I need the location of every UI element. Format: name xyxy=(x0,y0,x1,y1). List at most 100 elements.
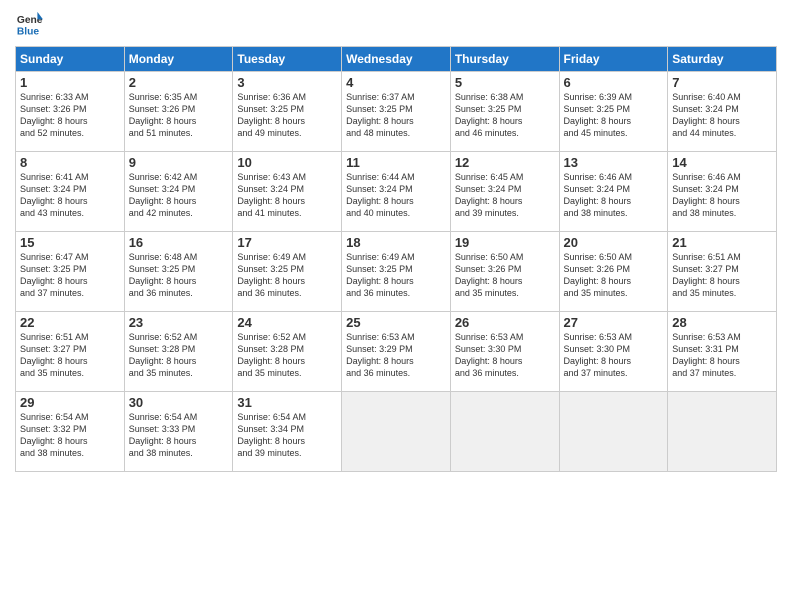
day-number: 31 xyxy=(237,395,337,410)
cell-info: Sunrise: 6:43 AMSunset: 3:24 PMDaylight:… xyxy=(237,171,337,220)
day-cell: 30Sunrise: 6:54 AMSunset: 3:33 PMDayligh… xyxy=(124,392,233,472)
cell-info: Sunrise: 6:46 AMSunset: 3:24 PMDaylight:… xyxy=(564,171,664,220)
day-cell: 12Sunrise: 6:45 AMSunset: 3:24 PMDayligh… xyxy=(450,152,559,232)
cell-info: Sunrise: 6:46 AMSunset: 3:24 PMDaylight:… xyxy=(672,171,772,220)
cell-info: Sunrise: 6:51 AMSunset: 3:27 PMDaylight:… xyxy=(20,331,120,380)
day-cell: 29Sunrise: 6:54 AMSunset: 3:32 PMDayligh… xyxy=(16,392,125,472)
day-number: 24 xyxy=(237,315,337,330)
col-header-monday: Monday xyxy=(124,47,233,72)
day-cell xyxy=(450,392,559,472)
day-cell: 24Sunrise: 6:52 AMSunset: 3:28 PMDayligh… xyxy=(233,312,342,392)
cell-info: Sunrise: 6:48 AMSunset: 3:25 PMDaylight:… xyxy=(129,251,229,300)
day-number: 23 xyxy=(129,315,229,330)
cell-info: Sunrise: 6:50 AMSunset: 3:26 PMDaylight:… xyxy=(455,251,555,300)
day-cell: 2Sunrise: 6:35 AMSunset: 3:26 PMDaylight… xyxy=(124,72,233,152)
day-cell: 26Sunrise: 6:53 AMSunset: 3:30 PMDayligh… xyxy=(450,312,559,392)
day-number: 8 xyxy=(20,155,120,170)
col-header-saturday: Saturday xyxy=(668,47,777,72)
day-cell: 16Sunrise: 6:48 AMSunset: 3:25 PMDayligh… xyxy=(124,232,233,312)
week-row-3: 15Sunrise: 6:47 AMSunset: 3:25 PMDayligh… xyxy=(16,232,777,312)
header: General Blue xyxy=(15,10,777,38)
cell-info: Sunrise: 6:44 AMSunset: 3:24 PMDaylight:… xyxy=(346,171,446,220)
day-number: 12 xyxy=(455,155,555,170)
cell-info: Sunrise: 6:38 AMSunset: 3:25 PMDaylight:… xyxy=(455,91,555,140)
day-cell xyxy=(559,392,668,472)
day-number: 26 xyxy=(455,315,555,330)
cell-info: Sunrise: 6:45 AMSunset: 3:24 PMDaylight:… xyxy=(455,171,555,220)
day-cell: 1Sunrise: 6:33 AMSunset: 3:26 PMDaylight… xyxy=(16,72,125,152)
day-number: 28 xyxy=(672,315,772,330)
cell-info: Sunrise: 6:49 AMSunset: 3:25 PMDaylight:… xyxy=(346,251,446,300)
day-cell: 7Sunrise: 6:40 AMSunset: 3:24 PMDaylight… xyxy=(668,72,777,152)
cell-info: Sunrise: 6:53 AMSunset: 3:29 PMDaylight:… xyxy=(346,331,446,380)
day-number: 14 xyxy=(672,155,772,170)
day-number: 22 xyxy=(20,315,120,330)
day-number: 9 xyxy=(129,155,229,170)
day-cell: 4Sunrise: 6:37 AMSunset: 3:25 PMDaylight… xyxy=(342,72,451,152)
day-cell: 22Sunrise: 6:51 AMSunset: 3:27 PMDayligh… xyxy=(16,312,125,392)
day-cell: 19Sunrise: 6:50 AMSunset: 3:26 PMDayligh… xyxy=(450,232,559,312)
day-cell: 17Sunrise: 6:49 AMSunset: 3:25 PMDayligh… xyxy=(233,232,342,312)
day-number: 3 xyxy=(237,75,337,90)
day-number: 19 xyxy=(455,235,555,250)
day-number: 20 xyxy=(564,235,664,250)
cell-info: Sunrise: 6:52 AMSunset: 3:28 PMDaylight:… xyxy=(129,331,229,380)
week-row-4: 22Sunrise: 6:51 AMSunset: 3:27 PMDayligh… xyxy=(16,312,777,392)
cell-info: Sunrise: 6:36 AMSunset: 3:25 PMDaylight:… xyxy=(237,91,337,140)
logo-icon: General Blue xyxy=(15,10,43,38)
col-header-friday: Friday xyxy=(559,47,668,72)
day-cell: 27Sunrise: 6:53 AMSunset: 3:30 PMDayligh… xyxy=(559,312,668,392)
day-cell: 3Sunrise: 6:36 AMSunset: 3:25 PMDaylight… xyxy=(233,72,342,152)
col-header-sunday: Sunday xyxy=(16,47,125,72)
day-cell: 28Sunrise: 6:53 AMSunset: 3:31 PMDayligh… xyxy=(668,312,777,392)
cell-info: Sunrise: 6:33 AMSunset: 3:26 PMDaylight:… xyxy=(20,91,120,140)
cell-info: Sunrise: 6:42 AMSunset: 3:24 PMDaylight:… xyxy=(129,171,229,220)
cell-info: Sunrise: 6:51 AMSunset: 3:27 PMDaylight:… xyxy=(672,251,772,300)
day-cell: 25Sunrise: 6:53 AMSunset: 3:29 PMDayligh… xyxy=(342,312,451,392)
logo: General Blue xyxy=(15,10,43,38)
calendar-table: SundayMondayTuesdayWednesdayThursdayFrid… xyxy=(15,46,777,472)
week-row-2: 8Sunrise: 6:41 AMSunset: 3:24 PMDaylight… xyxy=(16,152,777,232)
day-cell: 14Sunrise: 6:46 AMSunset: 3:24 PMDayligh… xyxy=(668,152,777,232)
day-number: 5 xyxy=(455,75,555,90)
day-number: 16 xyxy=(129,235,229,250)
cell-info: Sunrise: 6:54 AMSunset: 3:34 PMDaylight:… xyxy=(237,411,337,460)
week-row-5: 29Sunrise: 6:54 AMSunset: 3:32 PMDayligh… xyxy=(16,392,777,472)
day-number: 7 xyxy=(672,75,772,90)
page-container: General Blue SundayMondayTuesdayWednesda… xyxy=(0,0,792,482)
cell-info: Sunrise: 6:39 AMSunset: 3:25 PMDaylight:… xyxy=(564,91,664,140)
day-number: 4 xyxy=(346,75,446,90)
day-cell: 6Sunrise: 6:39 AMSunset: 3:25 PMDaylight… xyxy=(559,72,668,152)
day-cell: 10Sunrise: 6:43 AMSunset: 3:24 PMDayligh… xyxy=(233,152,342,232)
cell-info: Sunrise: 6:54 AMSunset: 3:32 PMDaylight:… xyxy=(20,411,120,460)
svg-text:Blue: Blue xyxy=(17,26,40,37)
header-row: SundayMondayTuesdayWednesdayThursdayFrid… xyxy=(16,47,777,72)
col-header-tuesday: Tuesday xyxy=(233,47,342,72)
day-number: 18 xyxy=(346,235,446,250)
day-number: 1 xyxy=(20,75,120,90)
cell-info: Sunrise: 6:53 AMSunset: 3:30 PMDaylight:… xyxy=(564,331,664,380)
cell-info: Sunrise: 6:53 AMSunset: 3:30 PMDaylight:… xyxy=(455,331,555,380)
day-cell: 23Sunrise: 6:52 AMSunset: 3:28 PMDayligh… xyxy=(124,312,233,392)
day-cell: 15Sunrise: 6:47 AMSunset: 3:25 PMDayligh… xyxy=(16,232,125,312)
cell-info: Sunrise: 6:50 AMSunset: 3:26 PMDaylight:… xyxy=(564,251,664,300)
day-cell: 11Sunrise: 6:44 AMSunset: 3:24 PMDayligh… xyxy=(342,152,451,232)
col-header-wednesday: Wednesday xyxy=(342,47,451,72)
cell-info: Sunrise: 6:47 AMSunset: 3:25 PMDaylight:… xyxy=(20,251,120,300)
cell-info: Sunrise: 6:52 AMSunset: 3:28 PMDaylight:… xyxy=(237,331,337,380)
cell-info: Sunrise: 6:41 AMSunset: 3:24 PMDaylight:… xyxy=(20,171,120,220)
day-number: 15 xyxy=(20,235,120,250)
day-number: 21 xyxy=(672,235,772,250)
cell-info: Sunrise: 6:53 AMSunset: 3:31 PMDaylight:… xyxy=(672,331,772,380)
day-cell: 31Sunrise: 6:54 AMSunset: 3:34 PMDayligh… xyxy=(233,392,342,472)
cell-info: Sunrise: 6:54 AMSunset: 3:33 PMDaylight:… xyxy=(129,411,229,460)
day-number: 6 xyxy=(564,75,664,90)
day-number: 29 xyxy=(20,395,120,410)
day-cell: 8Sunrise: 6:41 AMSunset: 3:24 PMDaylight… xyxy=(16,152,125,232)
cell-info: Sunrise: 6:49 AMSunset: 3:25 PMDaylight:… xyxy=(237,251,337,300)
col-header-thursday: Thursday xyxy=(450,47,559,72)
day-number: 10 xyxy=(237,155,337,170)
cell-info: Sunrise: 6:37 AMSunset: 3:25 PMDaylight:… xyxy=(346,91,446,140)
week-row-1: 1Sunrise: 6:33 AMSunset: 3:26 PMDaylight… xyxy=(16,72,777,152)
day-cell xyxy=(668,392,777,472)
